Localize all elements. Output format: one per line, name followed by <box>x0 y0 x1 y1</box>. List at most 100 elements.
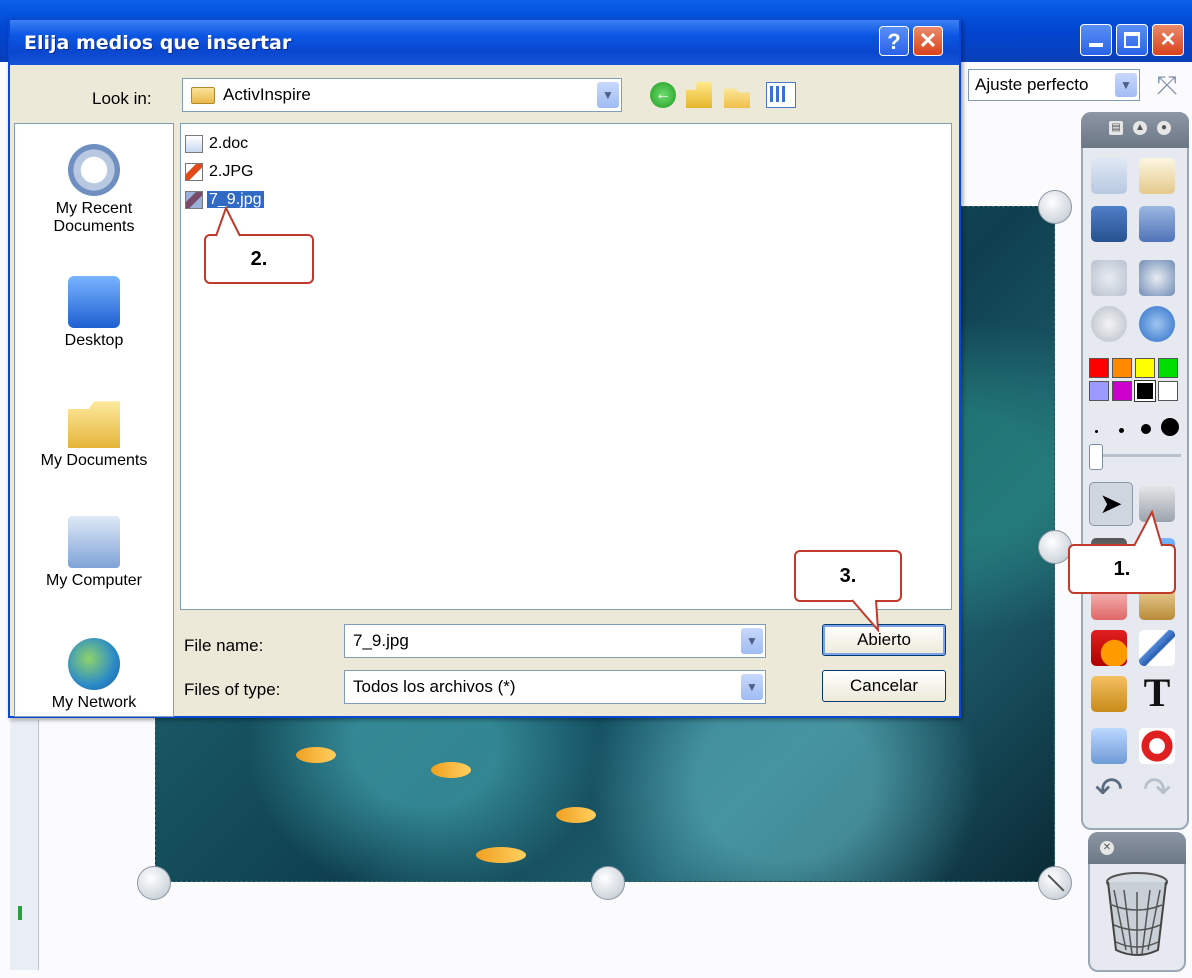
app-window-controls: ✕ <box>1080 24 1188 60</box>
dialog-title: Elija medios que insertar <box>24 32 292 54</box>
resize-handle[interactable] <box>591 866 625 900</box>
palette-collapse-icon[interactable]: ▲ <box>1133 121 1147 135</box>
fish-shape <box>296 747 336 763</box>
place-my-computer[interactable]: My Computer <box>15 516 173 590</box>
rotate-handle[interactable] <box>1038 866 1072 900</box>
tool-palette-header: ▤ ▲ ● <box>1081 112 1189 148</box>
previous-page-icon[interactable] <box>1091 260 1127 296</box>
pen-width-dot[interactable] <box>1141 424 1151 434</box>
undo-icon[interactable]: ↶ <box>1091 772 1127 808</box>
look-in-value: ActivInspire <box>223 85 311 104</box>
text-icon[interactable]: T <box>1139 673 1175 713</box>
redo-icon[interactable]: ↷ <box>1139 772 1175 808</box>
help-icon[interactable] <box>1139 306 1175 342</box>
palette-menu-icon[interactable]: ▤ <box>1109 121 1123 135</box>
maximize-button[interactable] <box>1116 24 1148 56</box>
close-icon: ✕ <box>918 28 938 53</box>
place-label: Documents <box>53 218 135 235</box>
palette-pin-icon[interactable]: ● <box>1157 121 1171 135</box>
color-swatch-white[interactable] <box>1158 381 1178 401</box>
select-arrow-icon[interactable]: ➤ <box>1089 482 1133 526</box>
app-close-button[interactable]: ✕ <box>1152 24 1184 56</box>
fish-shape <box>556 807 596 823</box>
clear-icon[interactable] <box>1091 728 1127 764</box>
width-slider-thumb[interactable] <box>1089 444 1103 470</box>
zoom-select[interactable]: Ajuste perfecto ▼ <box>968 69 1140 101</box>
my-computer-icon <box>68 516 120 568</box>
color-swatch-red[interactable] <box>1089 358 1109 378</box>
reset-icon[interactable] <box>1139 728 1175 764</box>
file-item[interactable]: 2.doc <box>185 132 250 156</box>
view-menu-icon[interactable] <box>766 82 796 108</box>
fullscreen-icon[interactable]: ⤧ <box>1148 70 1186 100</box>
help-button[interactable]: ? <box>879 26 909 56</box>
fish-shape <box>476 847 526 863</box>
callout-step-2: 2. <box>204 234 314 284</box>
color-swatch-green[interactable] <box>1158 358 1178 378</box>
close-icon[interactable]: ✕ <box>1100 841 1114 855</box>
insert-media-dialog: Elija medios que insertar ? ✕ Look in: A… <box>8 18 961 718</box>
resize-handle[interactable] <box>1038 190 1072 224</box>
minimize-button[interactable] <box>1080 24 1112 56</box>
browser-icon[interactable] <box>1139 158 1175 194</box>
dialog-titlebar: Elija medios que insertar ? ✕ <box>10 20 959 65</box>
pen-pad-icon[interactable] <box>1091 206 1127 242</box>
place-label: My Computer <box>45 572 143 589</box>
next-page-icon[interactable] <box>1139 260 1175 296</box>
new-folder-icon[interactable] <box>724 88 750 108</box>
file-name-value: 7_9.jpg <box>353 631 409 650</box>
file-item[interactable]: 2.JPG <box>185 160 255 184</box>
trash-panel-header: ✕ <box>1088 832 1186 864</box>
color-swatch-lavender[interactable] <box>1089 381 1109 401</box>
color-swatch-yellow[interactable] <box>1135 358 1155 378</box>
recent-documents-icon <box>68 144 120 196</box>
width-slider-track <box>1093 454 1181 457</box>
page-indicator <box>18 906 22 920</box>
folder-icon <box>191 87 215 104</box>
callout-step-3: 3. <box>794 550 902 602</box>
place-my-network[interactable]: My Network <box>15 638 173 712</box>
file-type-label: Files of type: <box>184 680 281 699</box>
image-file-icon <box>185 162 203 181</box>
back-icon[interactable]: ← <box>650 82 676 108</box>
pen-width-dot[interactable] <box>1161 418 1179 436</box>
color-swatch-magenta[interactable] <box>1112 381 1132 401</box>
resources-icon[interactable] <box>1091 676 1127 712</box>
file-name: 2.JPG <box>209 163 254 180</box>
dialog-close-button[interactable]: ✕ <box>913 26 943 56</box>
place-recent-documents[interactable]: My Recent Documents <box>15 144 173 236</box>
tools-icon[interactable] <box>1139 206 1175 242</box>
trash-bin-icon[interactable] <box>1104 870 1170 960</box>
maximize-icon <box>1124 32 1140 48</box>
file-type-value: Todos los archivos (*) <box>353 677 516 696</box>
main-menu-icon[interactable] <box>1091 158 1127 194</box>
grid-view-icon <box>770 86 786 102</box>
shape-icon[interactable] <box>1091 630 1127 666</box>
pen-width-dot[interactable] <box>1119 428 1124 433</box>
places-bar: My Recent Documents Desktop My Documents… <box>14 123 174 717</box>
callout-step-1: 1. <box>1068 544 1176 594</box>
help-icon: ? <box>887 29 901 54</box>
up-folder-icon[interactable] <box>686 82 712 108</box>
desktop-icon <box>68 276 120 328</box>
connector-icon[interactable] <box>1139 630 1175 666</box>
color-swatch-black[interactable] <box>1134 380 1156 402</box>
cancel-button[interactable]: Cancelar <box>822 670 946 702</box>
callout-pointer <box>1133 509 1163 547</box>
pen-width-dot[interactable] <box>1095 430 1098 433</box>
resize-handle[interactable] <box>1038 530 1072 564</box>
chevron-down-icon: ▼ <box>741 674 763 700</box>
play-icon[interactable] <box>1091 306 1127 342</box>
resize-handle[interactable] <box>137 866 171 900</box>
file-type-select[interactable]: Todos los archivos (*) ▼ <box>344 670 766 704</box>
close-icon: ✕ <box>1159 29 1177 51</box>
color-swatch-orange[interactable] <box>1112 358 1132 378</box>
look-in-select[interactable]: ActivInspire ▼ <box>182 78 622 112</box>
word-document-icon <box>185 134 203 153</box>
file-name-input[interactable]: 7_9.jpg ▼ <box>344 624 766 658</box>
chevron-down-icon: ▼ <box>597 82 619 108</box>
chevron-down-icon: ▼ <box>1115 73 1137 97</box>
rotate-icon <box>1047 874 1065 892</box>
place-desktop[interactable]: Desktop <box>15 276 173 350</box>
place-my-documents[interactable]: My Documents <box>15 396 173 470</box>
